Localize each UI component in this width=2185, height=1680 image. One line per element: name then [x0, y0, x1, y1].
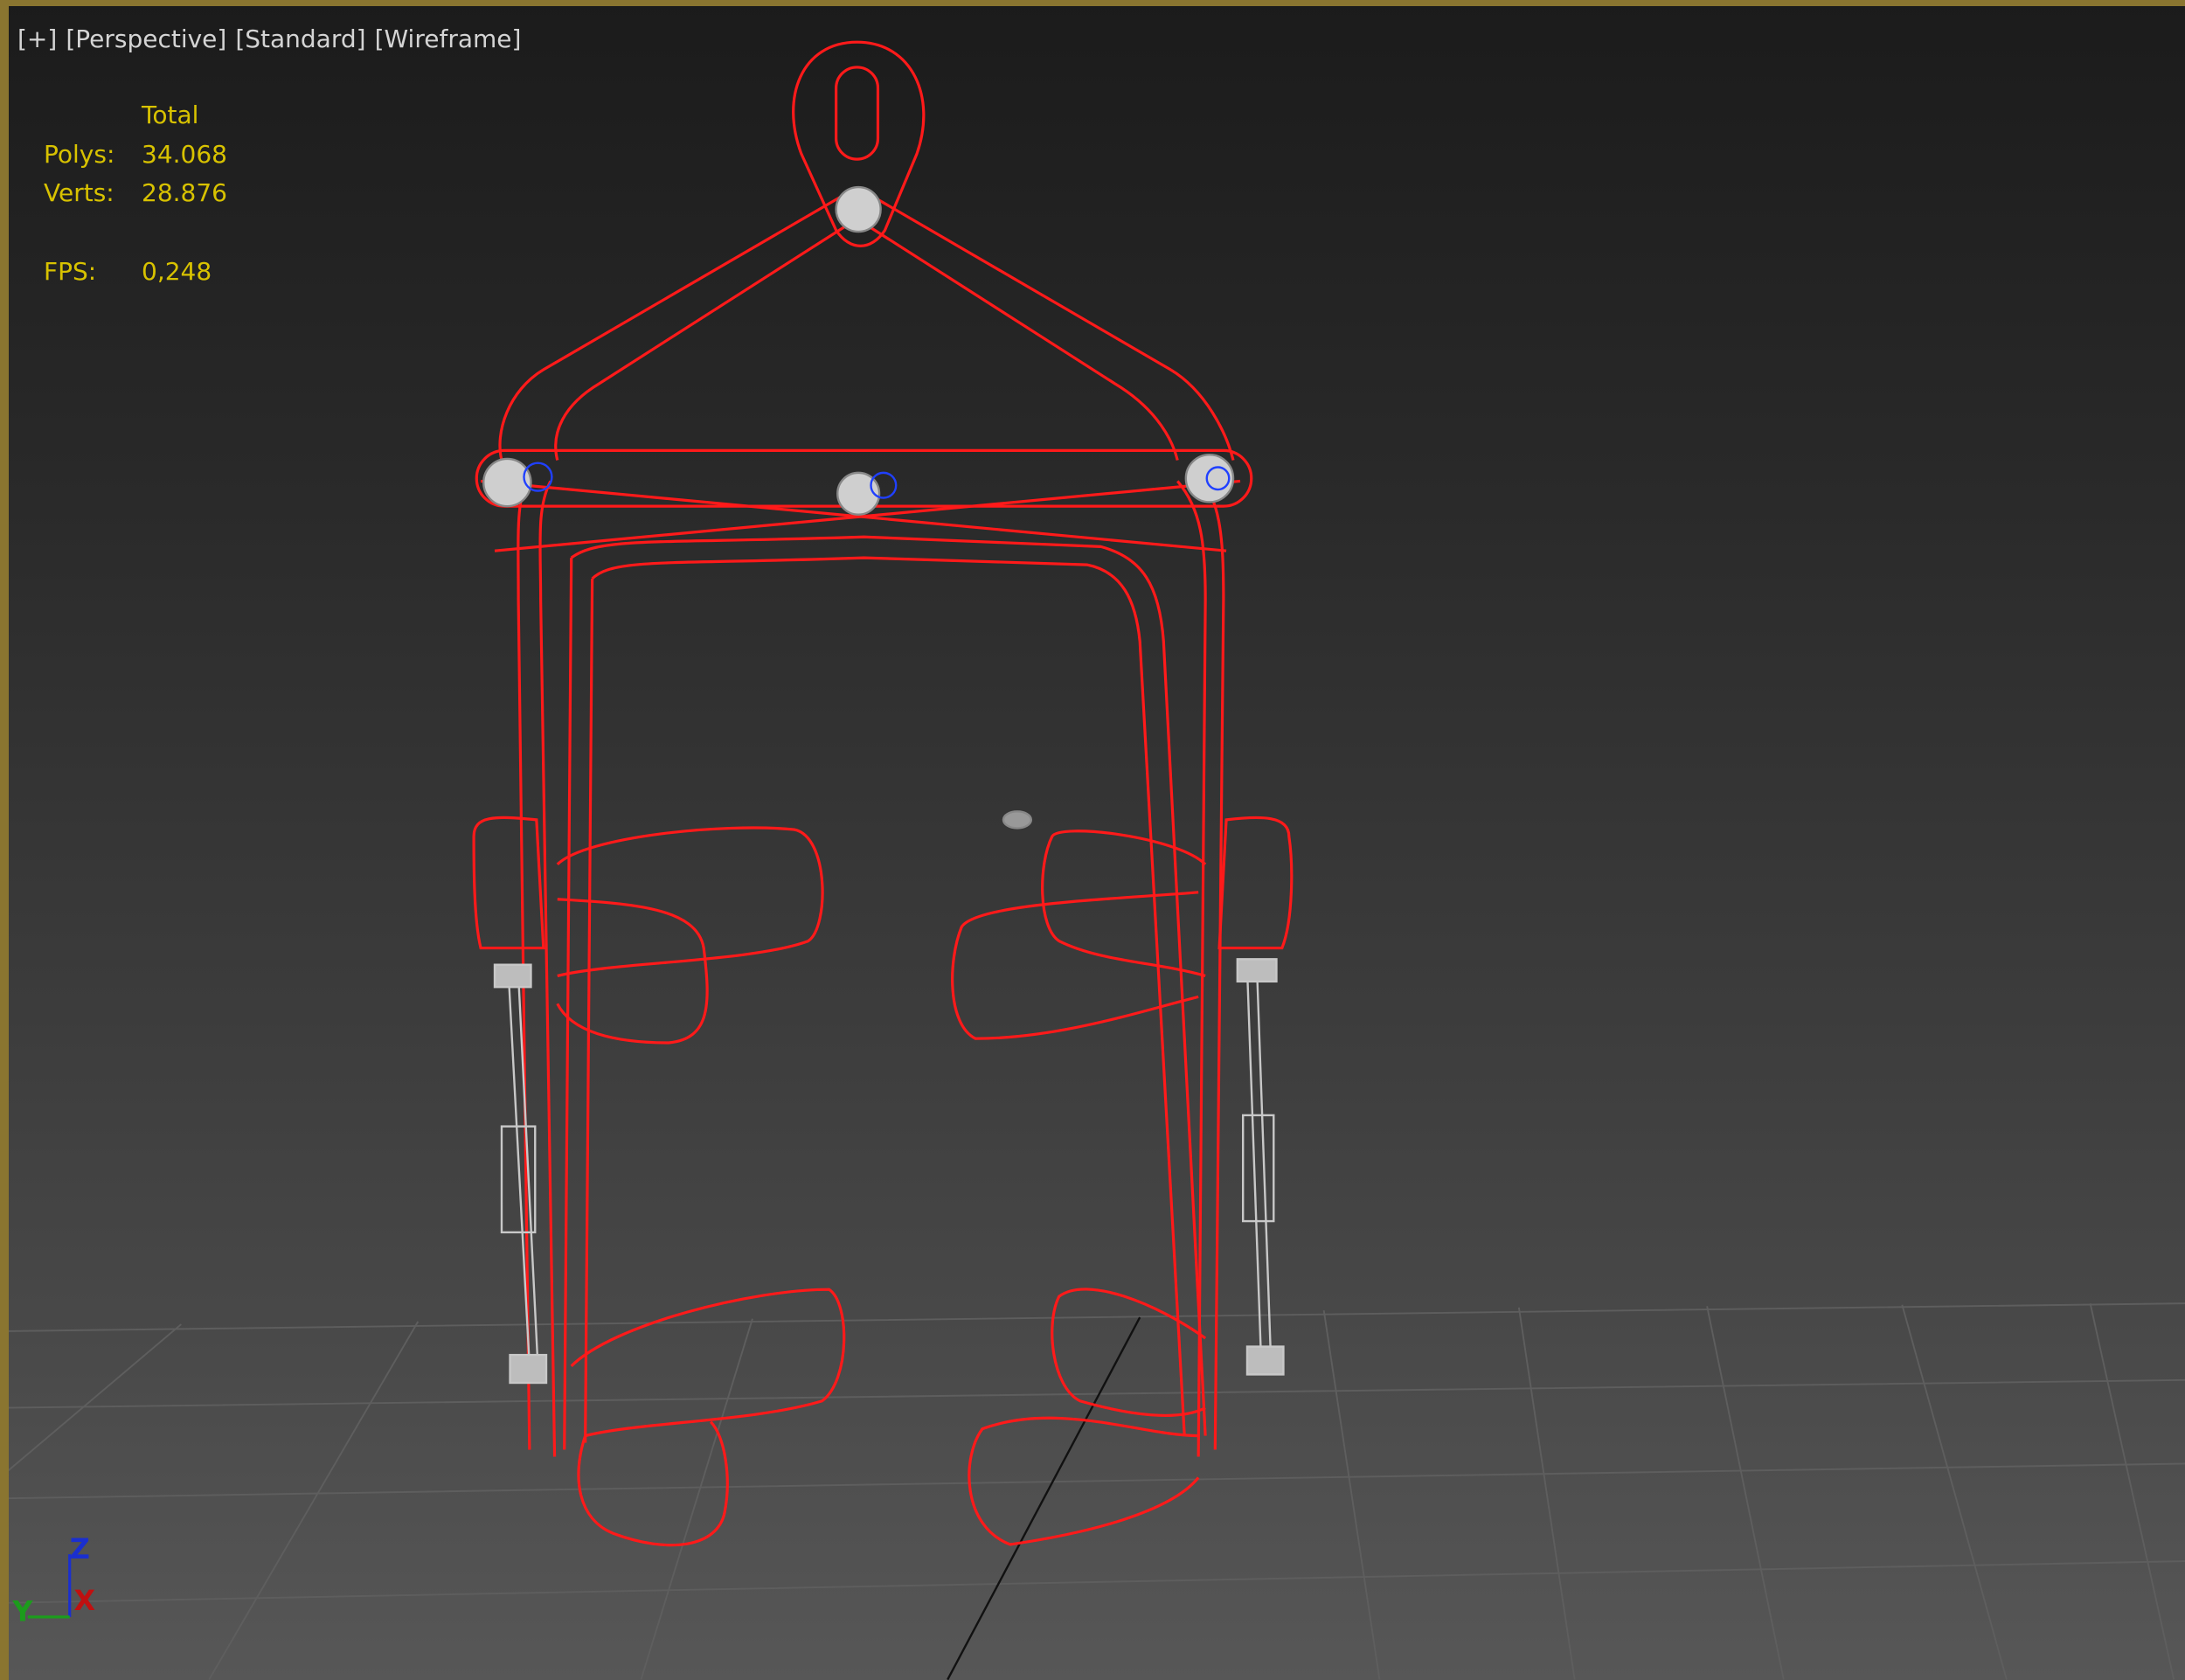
viewport-display-mode-menu[interactable]: [Wireframe] [375, 24, 522, 53]
ground-grid [0, 1302, 2185, 1680]
viewport-perspective[interactable]: Z X Y [+] [Perspective] [Standard] [Wire… [0, 0, 2185, 1680]
verts-value: 28.876 [142, 178, 227, 207]
axis-gizmo: Z X Y [11, 1532, 95, 1628]
stats-header: Total [142, 101, 199, 129]
polys-label: Polys: [44, 140, 115, 169]
gizmo-x-label: X [74, 1584, 96, 1617]
scene-canvas[interactable]: Z X Y [0, 0, 2185, 1680]
viewport-pov-menu[interactable]: [Perspective] [66, 24, 226, 53]
fps-value: 0,248 [142, 257, 212, 286]
verts-label: Verts: [44, 178, 114, 207]
gizmo-y-label: Y [11, 1595, 33, 1628]
polys-value: 34.068 [142, 140, 227, 169]
gizmo-z-label: Z [70, 1532, 90, 1565]
fps-label: FPS: [44, 257, 97, 286]
viewport-plus-menu[interactable]: [+] [17, 24, 57, 53]
viewport-label-menu: [+] [Perspective] [Standard] [Wireframe] [17, 24, 521, 53]
viewport-shading-standard-menu[interactable]: [Standard] [235, 24, 365, 53]
world-axis-line [947, 1316, 1141, 1680]
